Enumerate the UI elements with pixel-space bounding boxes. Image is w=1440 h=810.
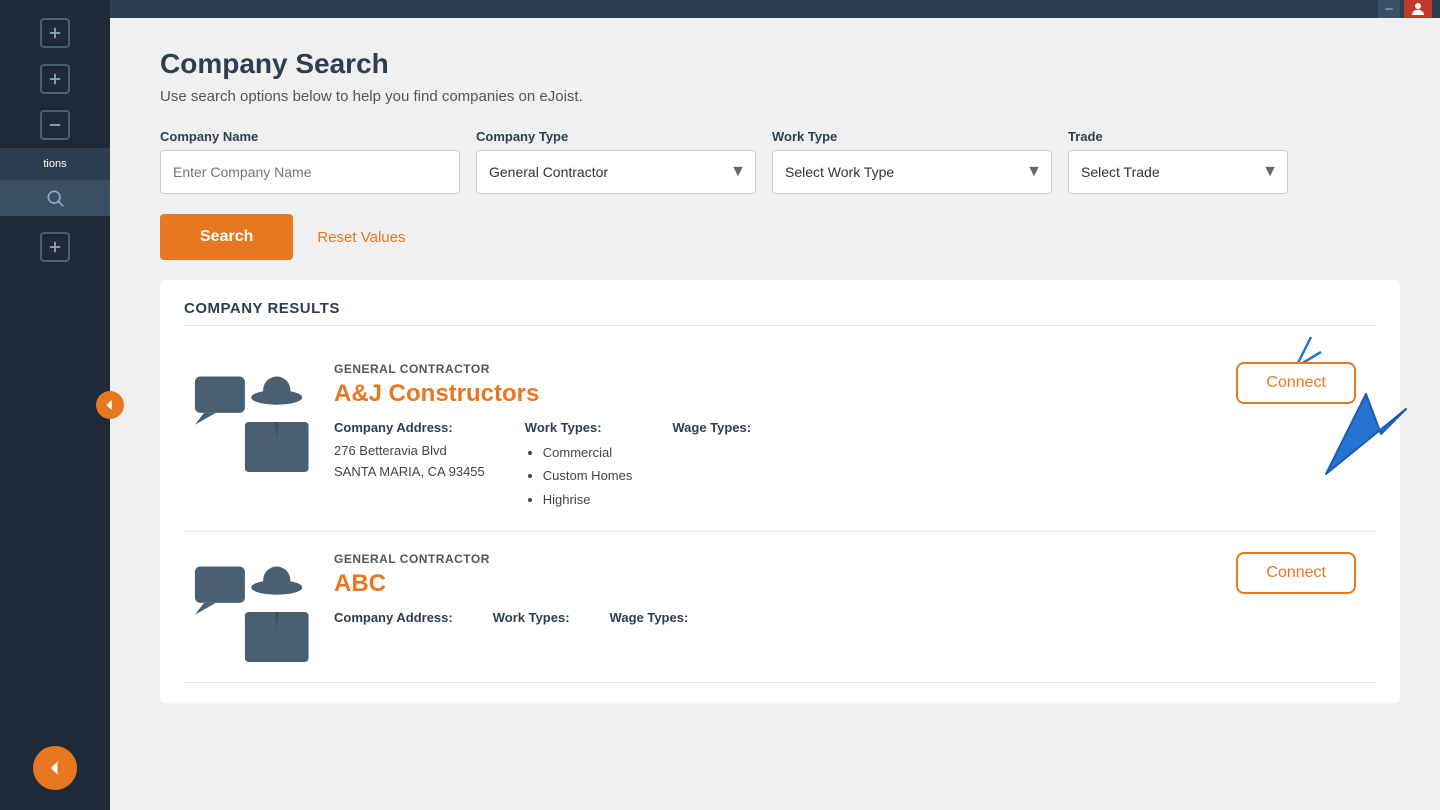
trade-select-wrapper: Select Trade ▼ xyxy=(1068,150,1288,194)
address-line2-1: SANTA MARIA, CA 93455 xyxy=(334,462,485,483)
work-types-label-1: Work Types: xyxy=(525,420,633,435)
company-type-select[interactable]: General Contractor Sub Contractor Suppli… xyxy=(476,150,756,194)
wage-types-section-1: Wage Types: xyxy=(672,420,751,511)
work-type-select[interactable]: Select Work Type Commercial Custom Homes… xyxy=(772,150,1052,194)
trade-label: Trade xyxy=(1068,129,1288,144)
address-section-1: Company Address: 276 Betteravia Blvd SAN… xyxy=(334,420,485,511)
company-card-2: GENERAL CONTRACTOR ABC Company Address: … xyxy=(184,532,1376,683)
results-area: COMPANY RESULTS xyxy=(160,280,1400,703)
sidebar-item-active[interactable]: tions xyxy=(0,148,110,180)
sidebar-expand-1[interactable] xyxy=(40,18,70,48)
company-name-1: A&J Constructors xyxy=(334,380,1216,408)
results-title: COMPANY RESULTS xyxy=(184,300,1376,326)
connect-section-2: Connect xyxy=(1216,552,1376,594)
work-types-label-2: Work Types: xyxy=(493,610,570,625)
wage-types-label-2: Wage Types: xyxy=(610,610,689,625)
address-line1-1: 276 Betteravia Blvd xyxy=(334,441,485,462)
connect-button-1[interactable]: Connect xyxy=(1236,362,1356,404)
company-logo-1 xyxy=(184,362,324,482)
work-types-list-1: Commercial Custom Homes Highrise xyxy=(525,441,633,511)
topbar xyxy=(110,0,1440,18)
work-types-section-1: Work Types: Commercial Custom Homes High… xyxy=(525,420,633,511)
company-type-badge-2: GENERAL CONTRACTOR xyxy=(334,552,1216,566)
reset-button[interactable]: Reset Values xyxy=(317,229,405,246)
company-details-1: Company Address: 276 Betteravia Blvd SAN… xyxy=(334,420,1216,511)
work-type-item: Commercial xyxy=(543,441,633,464)
search-actions: Search Reset Values xyxy=(160,214,1400,260)
sidebar-expand-2[interactable] xyxy=(40,64,70,94)
wage-types-section-2: Wage Types: xyxy=(610,610,689,631)
address-section-2: Company Address: xyxy=(334,610,453,631)
main-content: Company Search Use search options below … xyxy=(110,0,1440,810)
search-form: Company Name Company Type General Contra… xyxy=(160,129,1400,194)
work-type-label: Work Type xyxy=(772,129,1052,144)
minimize-btn[interactable] xyxy=(1378,0,1400,18)
company-card-1: GENERAL CONTRACTOR A&J Constructors Comp… xyxy=(184,342,1376,532)
company-logo-2 xyxy=(184,552,324,672)
sidebar-active-label: tions xyxy=(43,158,66,170)
company-type-label: Company Type xyxy=(476,129,756,144)
sidebar-collapse-button[interactable] xyxy=(96,391,124,419)
company-name-group: Company Name xyxy=(160,129,460,194)
work-type-item: Highrise xyxy=(543,488,633,511)
search-area: Company Search Use search options below … xyxy=(110,18,1440,280)
page-title: Company Search xyxy=(160,48,1400,80)
back-button[interactable] xyxy=(33,746,77,790)
search-button[interactable]: Search xyxy=(160,214,293,260)
trade-select[interactable]: Select Trade xyxy=(1068,150,1288,194)
trade-group: Trade Select Trade ▼ xyxy=(1068,129,1288,194)
page-subtitle: Use search options below to help you fin… xyxy=(160,88,1400,105)
company-name-input[interactable] xyxy=(160,150,460,194)
connect-button-2[interactable]: Connect xyxy=(1236,552,1356,594)
sidebar-collapse-icon[interactable] xyxy=(40,110,70,140)
company-info-1: GENERAL CONTRACTOR A&J Constructors Comp… xyxy=(324,362,1216,511)
company-details-2: Company Address: Work Types: Wage Types: xyxy=(334,610,1216,631)
wage-types-label-1: Wage Types: xyxy=(672,420,751,435)
work-types-section-2: Work Types: xyxy=(493,610,570,631)
sidebar: tions xyxy=(0,0,110,810)
company-name-label: Company Name xyxy=(160,129,460,144)
company-type-select-wrapper: General Contractor Sub Contractor Suppli… xyxy=(476,150,756,194)
work-type-item: Custom Homes xyxy=(543,464,633,487)
work-type-select-wrapper: Select Work Type Commercial Custom Homes… xyxy=(772,150,1052,194)
connect-section-1: Connect xyxy=(1216,362,1376,404)
company-info-2: GENERAL CONTRACTOR ABC Company Address: … xyxy=(324,552,1216,631)
sidebar-expand-3[interactable] xyxy=(40,232,70,262)
company-name-2: ABC xyxy=(334,570,1216,598)
address-label-2: Company Address: xyxy=(334,610,453,625)
company-type-badge-1: GENERAL CONTRACTOR xyxy=(334,362,1216,376)
company-type-group: Company Type General Contractor Sub Cont… xyxy=(476,129,756,194)
work-type-group: Work Type Select Work Type Commercial Cu… xyxy=(772,129,1052,194)
address-label-1: Company Address: xyxy=(334,420,485,435)
